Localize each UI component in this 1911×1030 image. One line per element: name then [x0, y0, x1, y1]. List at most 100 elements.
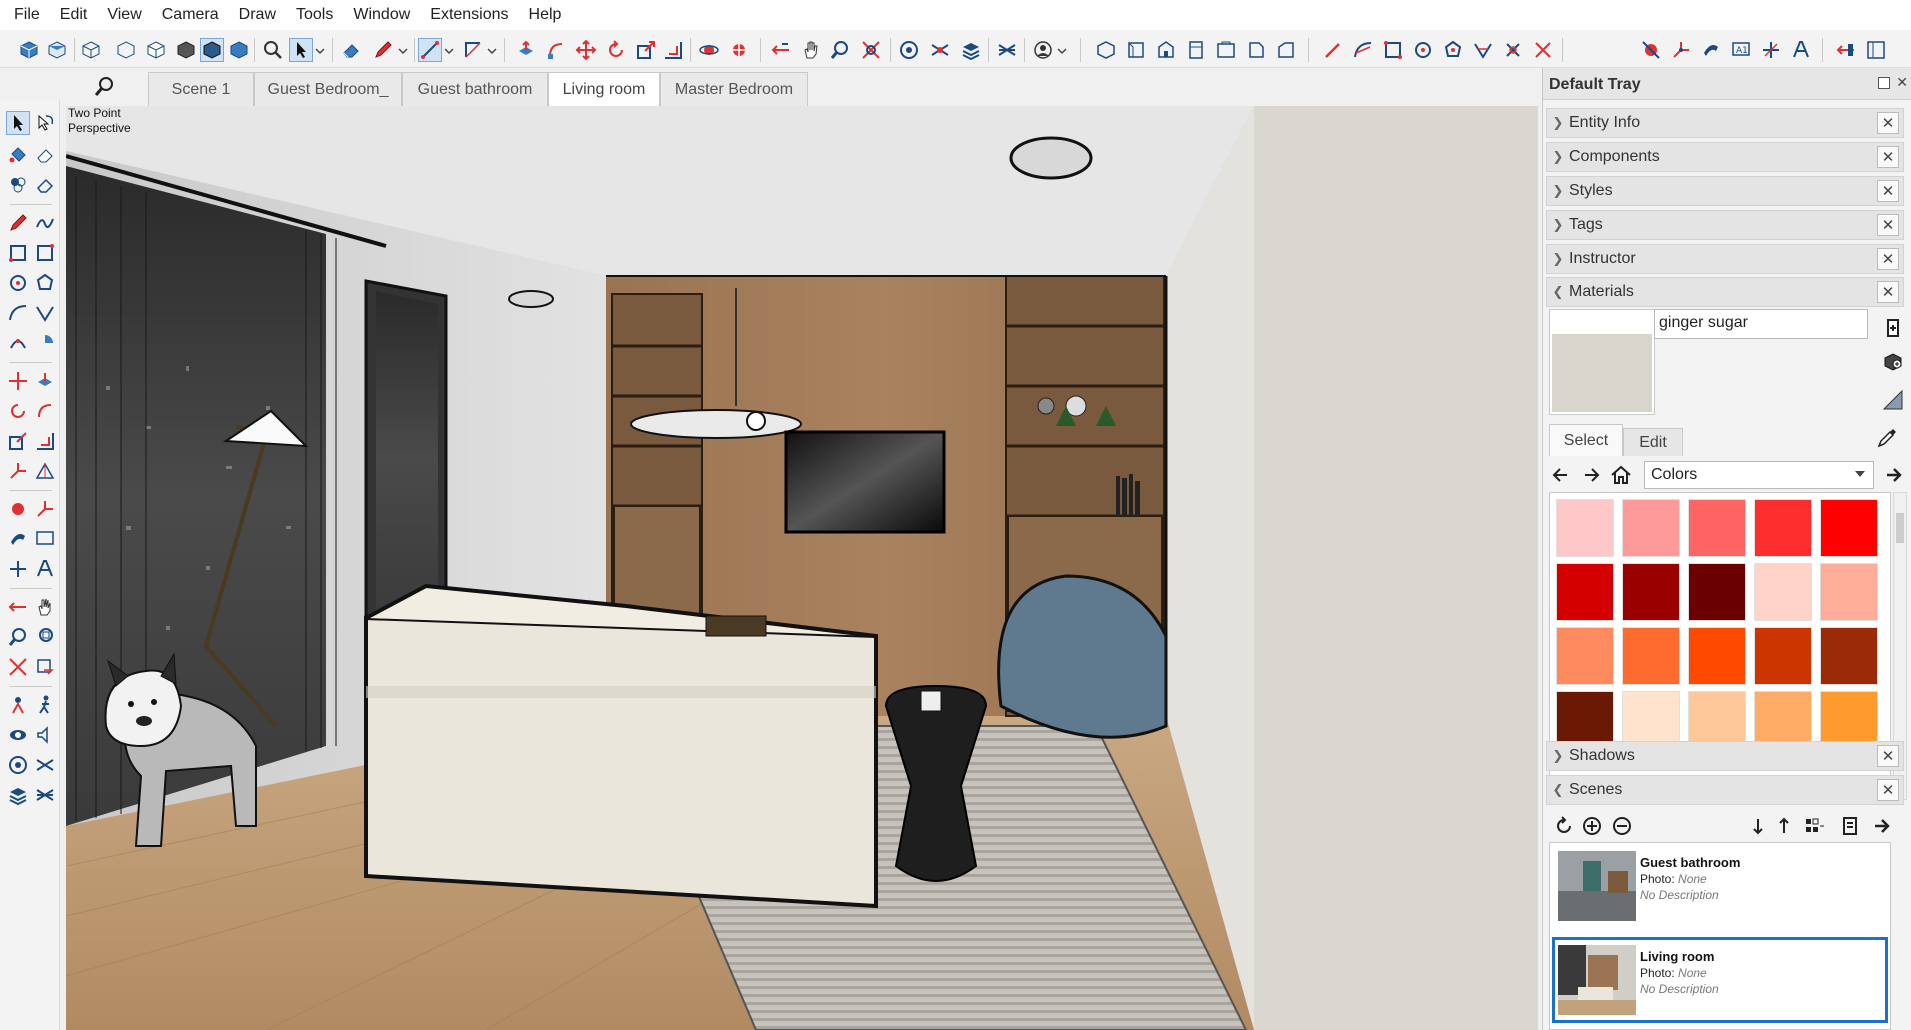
eyedropper-icon[interactable]	[1875, 426, 1899, 450]
scale-icon[interactable]	[635, 39, 657, 61]
left-view-icon[interactable]	[1215, 39, 1237, 61]
material-name-field[interactable]: ginger sugar	[1654, 309, 1868, 339]
panel-tags[interactable]: ❯ Tags ✕	[1546, 210, 1904, 240]
arc-icon[interactable]	[1352, 39, 1374, 61]
panel-instructor[interactable]: ❯ Instructor ✕	[1546, 244, 1904, 274]
layers-icon[interactable]	[960, 39, 982, 61]
view-options-icon[interactable]	[1803, 815, 1825, 837]
position-camera-tool-icon[interactable]	[7, 694, 29, 716]
close-icon[interactable]: ✕	[1877, 745, 1899, 767]
polygon-tool-icon[interactable]	[34, 272, 56, 294]
tab-guest-bathroom[interactable]: Guest bathroom	[402, 72, 548, 106]
home-icon[interactable]	[1609, 463, 1633, 487]
remove-scene-icon[interactable]	[1611, 815, 1633, 837]
user-account-icon[interactable]	[1032, 39, 1054, 61]
details-arrow-icon[interactable]	[1883, 464, 1905, 486]
tag-tool-icon[interactable]	[7, 174, 29, 196]
wireframe-style-icon[interactable]	[115, 39, 137, 61]
tab-guest-bedroom[interactable]: Guest Bedroom_	[254, 72, 402, 106]
menu-draw[interactable]: Draw	[229, 6, 286, 24]
hand-tool-icon[interactable]	[34, 596, 56, 618]
3-point-arc-tool-icon[interactable]	[7, 332, 29, 354]
section-plane-icon[interactable]	[1640, 39, 1662, 61]
create-material-icon[interactable]	[1881, 350, 1905, 374]
close-icon[interactable]: ✕	[1877, 214, 1899, 236]
text-tool-icon[interactable]: A1	[1730, 39, 1752, 61]
close-icon[interactable]: ✕	[1877, 779, 1899, 801]
freehand-icon[interactable]	[34, 212, 56, 234]
scene-next-arrow-icon[interactable]	[1871, 815, 1893, 837]
eraser-tool-icon[interactable]	[34, 144, 56, 166]
3-point-arc-icon[interactable]	[1532, 39, 1554, 61]
menu-file[interactable]: File	[4, 6, 50, 24]
panel-components[interactable]: ❯ Components ✕	[1546, 142, 1904, 172]
scene-details-icon[interactable]	[1839, 815, 1861, 837]
zoom-extents-tool-icon[interactable]	[7, 656, 29, 678]
lasso-select-icon[interactable]	[34, 112, 56, 134]
pin-icon[interactable]	[1878, 77, 1890, 89]
monochrome-style-icon[interactable]	[228, 39, 250, 61]
panel-entity-info[interactable]: ❯ Entity Info ✕	[1546, 108, 1904, 138]
close-icon[interactable]: ✕	[1877, 146, 1899, 168]
display-secondary-icon[interactable]	[1881, 316, 1905, 340]
forward-arrow-icon[interactable]	[1579, 464, 1601, 486]
offset-icon[interactable]	[662, 39, 684, 61]
panel-styles[interactable]: ❯ Styles ✕	[1546, 176, 1904, 206]
freehand-tool-icon[interactable]	[462, 39, 484, 61]
rotate-tool-icon[interactable]	[7, 400, 29, 422]
add-scene-icon[interactable]	[1581, 815, 1603, 837]
axes-tool-icon[interactable]	[7, 460, 29, 482]
color-swatch[interactable]	[1754, 627, 1812, 685]
color-swatch[interactable]	[1556, 499, 1614, 557]
menu-view[interactable]: View	[97, 6, 151, 24]
hidden-line-style-icon[interactable]	[145, 39, 167, 61]
protractor-icon[interactable]	[34, 460, 56, 482]
top-view-icon[interactable]	[46, 39, 68, 61]
iso-view-icon[interactable]	[18, 39, 40, 61]
move-icon[interactable]	[575, 39, 597, 61]
paint-bucket-icon[interactable]	[7, 144, 29, 166]
look-around-icon[interactable]	[7, 724, 29, 746]
tab-master-bedroom[interactable]: Master Bedroom	[660, 72, 808, 106]
color-swatch[interactable]	[1622, 563, 1680, 621]
draw-line-icon[interactable]	[1322, 39, 1344, 61]
follow-me-tool-icon[interactable]	[34, 400, 56, 422]
scene-item-living-room[interactable]: Living room Photo: None No Description	[1552, 937, 1888, 1023]
search-icon[interactable]	[92, 74, 118, 100]
circle-tool-icon[interactable]	[7, 272, 29, 294]
follow-me-icon[interactable]	[545, 39, 567, 61]
back-arrow-icon[interactable]	[1551, 464, 1573, 486]
2-point-arc-icon[interactable]	[1472, 39, 1494, 61]
menu-edit[interactable]: Edit	[50, 6, 98, 24]
panel-shadows[interactable]: ❯ Shadows ✕	[1546, 741, 1904, 771]
rectangle-tool-icon[interactable]	[7, 242, 29, 264]
warehouse-tool-icon[interactable]	[34, 754, 56, 776]
color-swatch[interactable]	[1556, 627, 1614, 685]
circle-icon[interactable]	[1412, 39, 1434, 61]
tape-measure-icon[interactable]	[1700, 39, 1722, 61]
scene-item-guest-bathroom[interactable]: Guest bathroom Photo: None No Descriptio…	[1552, 843, 1888, 929]
close-icon[interactable]: ✕	[1877, 180, 1899, 202]
update-scene-icon[interactable]	[1553, 815, 1575, 837]
push-pull-tool-icon[interactable]	[34, 370, 56, 392]
move-scene-up-icon[interactable]	[1773, 815, 1795, 837]
section-view-icon[interactable]	[1275, 39, 1297, 61]
eraser-icon[interactable]	[340, 39, 362, 61]
dimension-icon[interactable]	[1760, 39, 1782, 61]
text-label-icon[interactable]	[34, 528, 56, 550]
close-icon[interactable]: ✕	[1877, 112, 1899, 134]
library-dropdown[interactable]: Colors	[1644, 461, 1874, 489]
color-swatch[interactable]	[1820, 627, 1878, 685]
pie-tool-icon[interactable]	[34, 332, 56, 354]
color-swatch[interactable]	[1754, 499, 1812, 557]
close-icon[interactable]: ✕	[1877, 248, 1899, 270]
chevron-down-icon[interactable]	[397, 39, 409, 61]
orbit-icon[interactable]	[698, 39, 720, 61]
color-swatch[interactable]	[1556, 563, 1614, 621]
close-icon[interactable]: ✕	[1877, 281, 1899, 303]
rotate-icon[interactable]	[605, 39, 627, 61]
solid-tools-icon[interactable]	[1835, 39, 1857, 61]
tape-tool-icon[interactable]	[7, 528, 29, 550]
color-swatch[interactable]	[1688, 627, 1746, 685]
line-tool-icon[interactable]	[418, 38, 442, 62]
